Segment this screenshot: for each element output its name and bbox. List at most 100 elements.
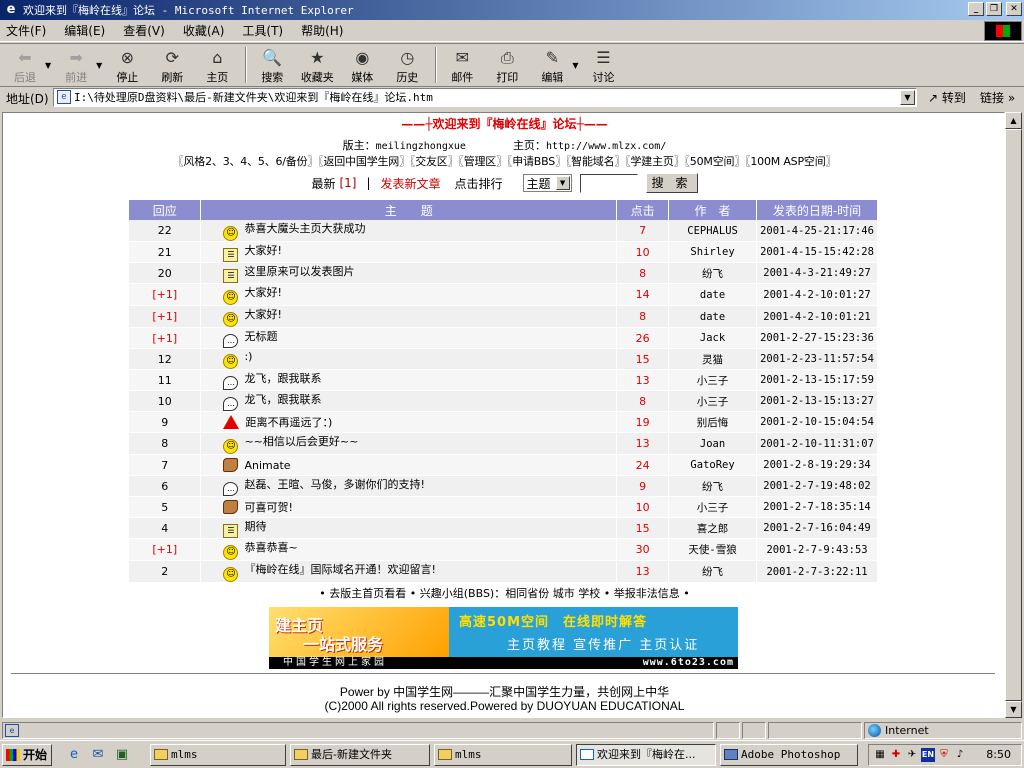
hits-rank-link[interactable]: 点击排行 [455,175,503,192]
topic-link[interactable]: 可喜可贺! [244,501,292,514]
menu-view[interactable]: 查看(V) [123,22,165,39]
title-bar[interactable]: e 欢迎来到『梅岭在线』论坛 - Microsoft Internet Expl… [0,0,1024,20]
antivirus-icon[interactable]: ✚ [889,748,903,762]
topic-author[interactable]: date [668,283,758,306]
topic-link[interactable]: Animate [244,459,290,472]
topic-subject[interactable]: … 赵磊、王暄、马俊，多谢你们的支持! [200,475,618,497]
edit-dropdown-icon[interactable]: ▼ [572,61,578,70]
desktop-quicklaunch-icon[interactable]: ▣ [114,747,130,763]
topic-author[interactable]: 灵猫 [668,348,758,370]
close-button[interactable]: ✕ [1006,2,1022,16]
topic-link[interactable]: :) [244,350,252,363]
refresh-button[interactable]: ⟳ 刷新 [153,45,191,85]
topic-link[interactable]: 龙飞，跟我联系 [244,393,321,406]
table-row[interactable]: 6 … 赵磊、王暄、马俊，多谢你们的支持! 9 纷飞 2001-2-7-19:48:02 [129,475,878,497]
media-button[interactable]: ◉ 媒体 [343,45,381,85]
task-photoshop[interactable]: Adobe Photoshop [720,744,858,766]
discuss-button[interactable]: ☰ 讨论 [584,45,622,85]
search-field-select[interactable]: 主题 ▼ [522,174,572,192]
topic-link[interactable]: 大家好! [244,244,281,257]
reply-count[interactable]: [+1] [129,305,202,328]
topic-link[interactable]: ~~相信以后会更好~~ [244,435,358,448]
forward-button[interactable]: ➡ 前进 [57,45,95,85]
new-post-link[interactable]: 发表新文章 [381,175,441,192]
topic-subject[interactable]: ☺ 恭喜大魔头主页大获成功 [200,220,618,242]
table-row[interactable]: 8 ☺ ~~相信以后会更好~~ 13 Joan 2001-2-10-11:31:07 [129,432,878,455]
topic-author[interactable]: CEPHALUS [668,220,758,242]
minimize-button[interactable]: _ [968,2,984,16]
menu-favorites[interactable]: 收藏(A) [183,22,225,39]
mail-button[interactable]: ✉ 邮件 [443,45,481,85]
favorites-button[interactable]: ★ 收藏夹 [298,45,336,85]
network-icon[interactable]: ▦ [873,748,887,762]
ad-banner[interactable]: 建主页 一站式服务 高速50M空间 在线即时解答 主页教程 宣传推广 主页认证 … [269,607,738,669]
topic-link[interactable]: 『梅岭在线』国际域名开通！欢迎留言! [244,563,435,576]
topic-subject[interactable]: ☰ 大家好! [200,241,618,263]
back-button[interactable]: ⬅ 后退 [6,45,44,85]
table-row[interactable]: 11 … 龙飞，跟我联系 13 小三子 2001-2-13-15:17:59 [129,369,878,391]
table-row[interactable]: 9 距离不再遥远了：) 19 别后悔 2001-2-10-15:04:54 [129,411,878,433]
table-row[interactable]: 21 ☰ 大家好! 10 Shirley 2001-4-15-15:42:28 [129,241,878,263]
moderator-name[interactable]: meilingzhongxue [376,141,466,152]
topic-author[interactable]: 小三子 [668,369,758,391]
topic-subject[interactable]: ☺ 大家好! [200,305,618,328]
topic-link[interactable]: 龙飞，跟我联系 [244,372,321,385]
scroll-up-icon[interactable]: ▲ [1005,112,1022,129]
topic-author[interactable]: Shirley [668,241,758,263]
topic-author[interactable]: 纷飞 [668,560,758,583]
task-folder[interactable]: 最后-新建文件夹 [290,744,430,766]
topic-subject[interactable]: … 龙飞，跟我联系 [200,390,618,412]
topic-link[interactable]: 大家好! [244,308,281,321]
topic-author[interactable]: 纷飞 [668,262,758,284]
topic-subject[interactable]: ☺:) [200,348,618,370]
menu-edit[interactable]: 编辑(E) [64,22,105,39]
table-row[interactable]: 22 ☺ 恭喜大魔头主页大获成功 7 CEPHALUS 2001-4-25-21:17:4… [129,220,878,242]
topic-author[interactable]: Joan [668,432,758,455]
topic-author[interactable]: 天使-雪狼 [668,538,758,561]
topic-link[interactable]: 期待 [244,520,266,533]
topic-subject[interactable]: ☺ ~~相信以后会更好~~ [200,432,618,455]
task-mlms-2[interactable]: mlms [434,744,572,766]
reply-count[interactable]: [+1] [129,283,202,306]
edit-button[interactable]: ✎ 编辑 [533,45,571,85]
nav-links[interactable]: 〖风格2、3、4、5、6/备份〗〖返回中国学生网〗〖交友区〗〖管理区〗〖申请BB… [3,153,1004,169]
menu-file[interactable]: 文件(F) [6,22,46,39]
topic-subject[interactable]: Animate [200,454,618,476]
back-dropdown-icon[interactable]: ▼ [45,61,51,70]
topic-link[interactable]: 大家好! [244,286,281,299]
topic-subject[interactable]: 可喜可贺! [200,496,618,518]
history-button[interactable]: ◷ 历史 [388,45,426,85]
table-row[interactable]: 20 ☰ 这里原来可以发表图片 8 纷飞 2001-4-3-21:49:27 [129,262,878,284]
volume-icon[interactable]: ♪ [953,748,967,762]
task-ie-forum[interactable]: 欢迎来到『梅岭在... [576,744,716,766]
topic-author[interactable]: 别后悔 [668,411,758,433]
topic-link[interactable]: 这里原来可以发表图片 [244,265,354,278]
address-dropdown-icon[interactable]: ▼ [900,90,915,105]
topic-author[interactable]: 喜之郎 [668,517,758,539]
topic-author[interactable]: date [668,305,758,328]
latest-count[interactable]: [1] [339,176,356,190]
reply-count[interactable]: [+1] [129,327,202,349]
forward-dropdown-icon[interactable]: ▼ [96,61,102,70]
maximize-button[interactable]: ❐ [986,2,1002,16]
language-icon[interactable]: EN [921,748,935,762]
start-button[interactable]: 开始 [2,744,52,766]
ie-quicklaunch-icon[interactable]: e [66,747,82,763]
shield-icon[interactable]: ⛨ [937,748,951,762]
menu-tools[interactable]: 工具(T) [242,22,283,39]
stop-button[interactable]: ⊗ 停止 [108,45,146,85]
search-submit-button[interactable]: 搜 索 [645,173,698,193]
table-row[interactable]: [+1] ☺ 大家好! 14 date 2001-4-2-10:01:27 [129,283,878,306]
ime-icon[interactable]: ✈ [905,748,919,762]
go-button[interactable]: ↗ 转到 [928,89,966,106]
topic-subject[interactable]: ☺ 恭喜恭喜~ [200,538,618,561]
search-input[interactable] [579,173,638,193]
topic-link[interactable]: 距离不再遥远了：) [245,416,332,429]
links-button[interactable]: 链接 » [980,89,1015,106]
outlook-quicklaunch-icon[interactable]: ✉ [90,747,106,763]
table-row[interactable]: 10 … 龙飞，跟我联系 8 小三子 2001-2-13-15:13:27 [129,390,878,412]
print-button[interactable]: ⎙ 打印 [488,45,526,85]
homepage-link[interactable]: http://www.mlzx.com/ [546,141,666,152]
topic-subject[interactable]: ☰ 这里原来可以发表图片 [200,262,618,284]
topic-subject[interactable]: … 龙飞，跟我联系 [200,369,618,391]
